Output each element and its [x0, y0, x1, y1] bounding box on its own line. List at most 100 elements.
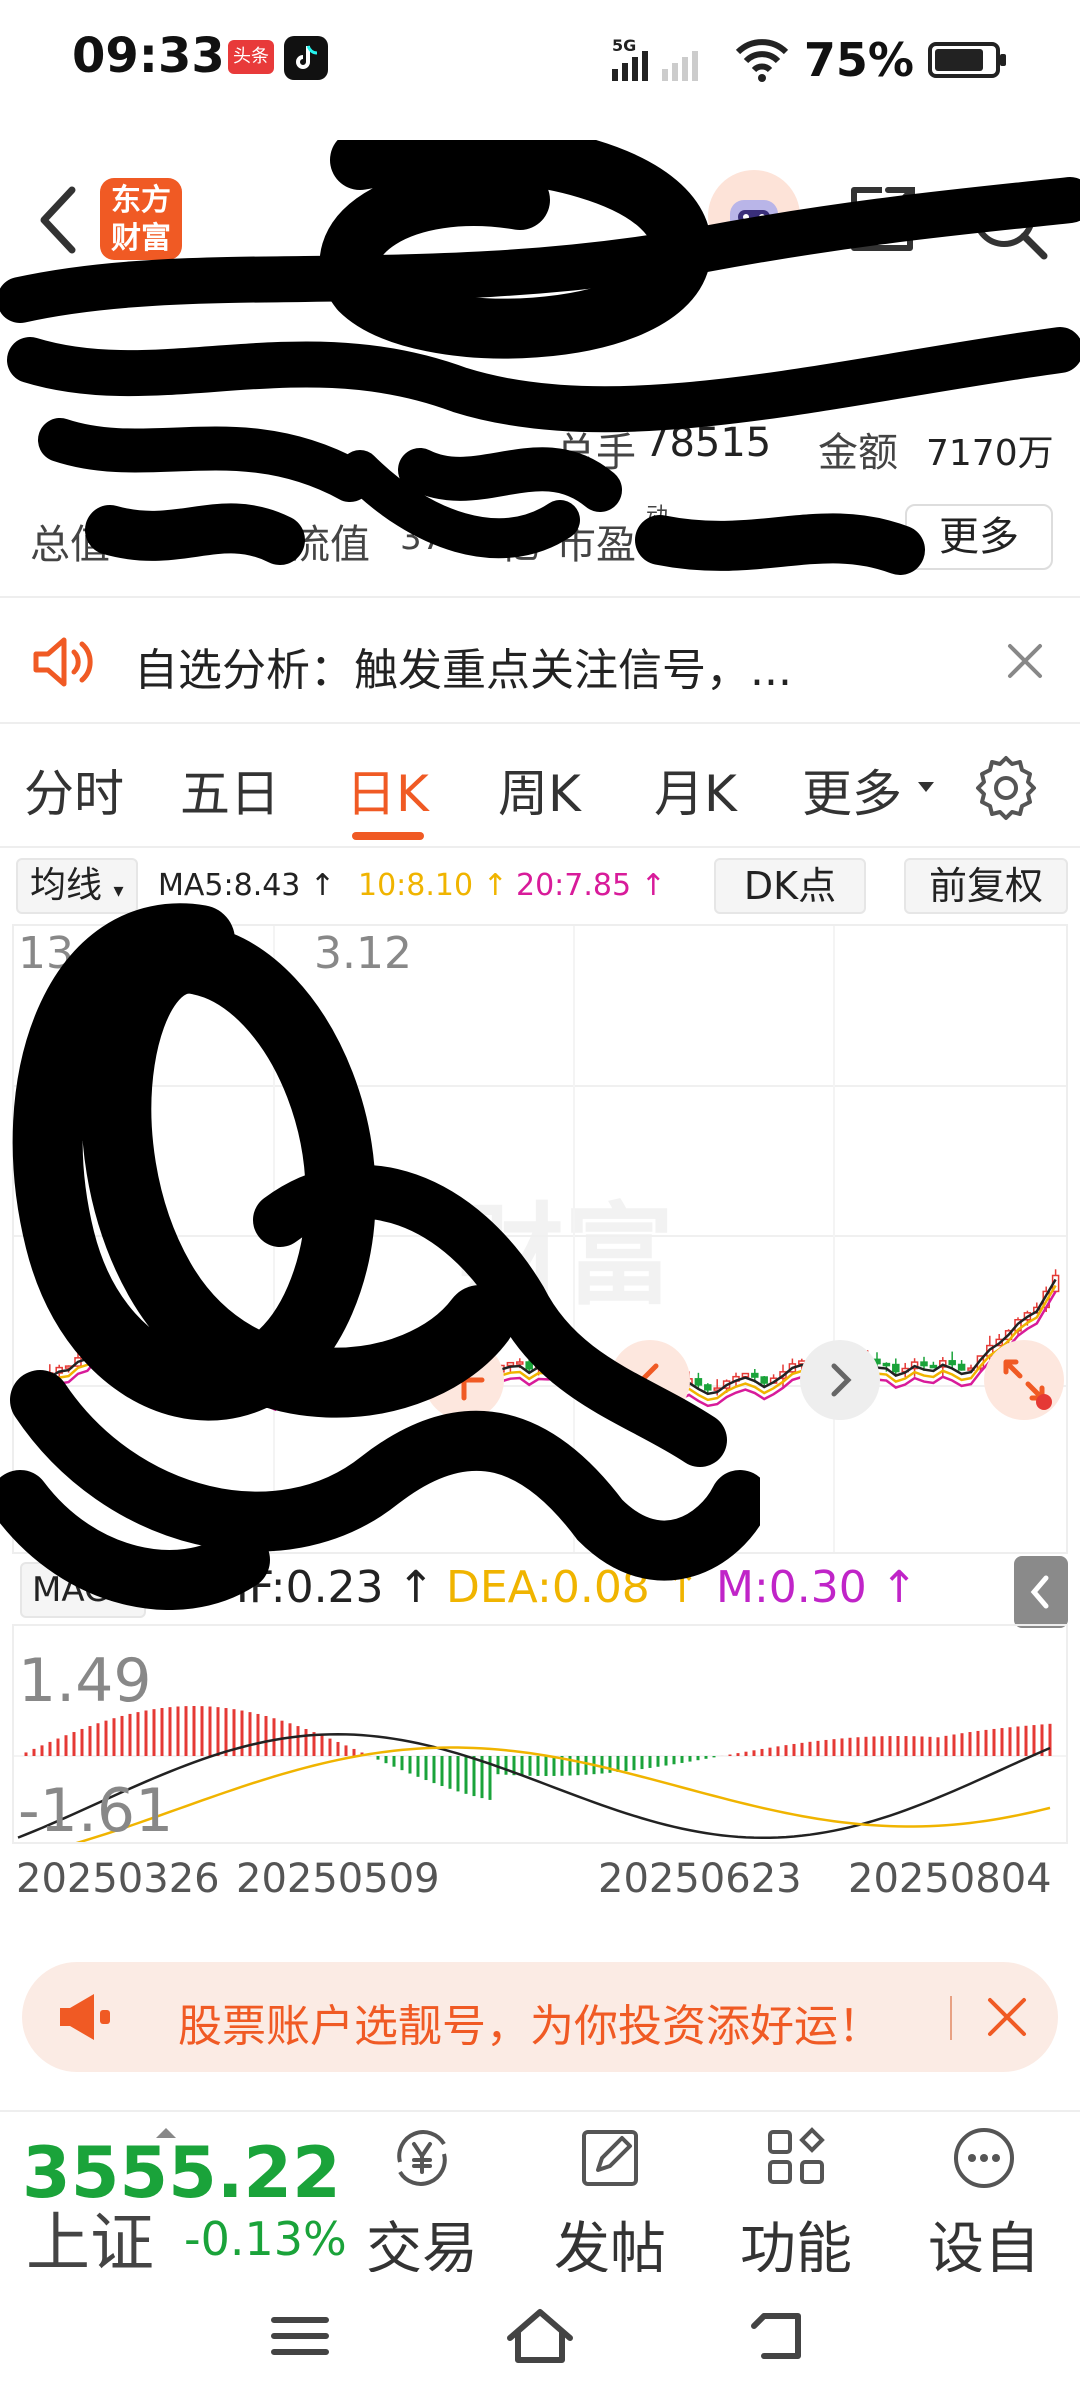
divider	[0, 596, 1080, 598]
menu-icon[interactable]	[260, 2304, 340, 2368]
app-header: 东方 财富	[0, 150, 1080, 290]
candle-body	[205, 1376, 214, 1383]
candle-body	[121, 1322, 129, 1327]
candle-body	[140, 1326, 148, 1335]
search-icon[interactable]	[966, 178, 1050, 262]
date-axis: 20250326 20250509 20250623 20250804	[0, 1856, 1080, 1916]
close-icon[interactable]	[982, 1992, 1032, 2042]
dif-value: DIF:0.23 ↑	[202, 1562, 435, 1613]
candle-body	[929, 1364, 938, 1369]
candle-body	[600, 1372, 609, 1377]
float-value-label: 流值	[290, 522, 370, 568]
status-indicators: 5G 75%	[610, 30, 1006, 90]
index-name[interactable]: 上证	[26, 2192, 154, 2284]
back-icon[interactable]	[740, 2304, 820, 2368]
active-tab-indicator	[352, 832, 424, 840]
candle-body	[591, 1372, 599, 1377]
close-icon[interactable]	[1000, 636, 1050, 686]
candle-body	[346, 1376, 355, 1385]
next-button[interactable]	[800, 1340, 880, 1420]
info-circle-icon[interactable]	[670, 518, 710, 558]
dropdown-caret-icon	[918, 782, 934, 792]
ma10-value: 10:8.10 ↑	[358, 868, 508, 903]
candle-body	[299, 1381, 308, 1387]
battery-icon	[928, 42, 1006, 78]
candle-body	[572, 1361, 580, 1368]
tab-monthly-k[interactable]: 月K	[654, 754, 737, 826]
fuquan-button[interactable]: 前复权	[904, 858, 1068, 914]
tab-five-day[interactable]: 五日	[180, 754, 280, 826]
status-bar: 09:33 头条 5G 75%	[0, 0, 1080, 120]
amount-value: 7170万	[926, 433, 1054, 474]
tab-more[interactable]: 更多	[802, 754, 902, 826]
share-icon[interactable]	[842, 178, 922, 258]
date-label: 20250623	[598, 1856, 802, 1902]
nav-trade[interactable]: 交易	[352, 2122, 492, 2282]
candle-body	[271, 1388, 280, 1395]
total-value-label: 总值	[30, 522, 110, 568]
ma-indicator-row: 均线 ▾ MA5:8.43 ↑ 10:8.10 ↑ 20:7.85 ↑ DK点 …	[0, 850, 1080, 922]
battery-percent: 75%	[803, 33, 914, 87]
float-value-unit: 亿	[500, 522, 540, 568]
megaphone-icon	[60, 1994, 110, 2040]
macd-chart[interactable]: 1.49 -1.61	[12, 1624, 1068, 1860]
analysis-text: 自选分析：触发重点关注信号，...	[134, 645, 792, 696]
amount-label: 金额	[818, 430, 898, 476]
dk-point-button[interactable]: DK点	[714, 858, 866, 914]
candle-body	[957, 1363, 966, 1371]
gear-icon[interactable]	[972, 754, 1040, 822]
float-value-partial: 37	[400, 518, 444, 558]
tab-daily-k[interactable]: 日K	[346, 754, 429, 826]
candle-body	[262, 1380, 270, 1391]
date-label: 20250804	[848, 1856, 1052, 1902]
candle-body	[337, 1376, 345, 1381]
candle-body	[149, 1333, 157, 1345]
total-volume-value: 78515	[644, 420, 772, 466]
nav-custom[interactable]: 设自	[914, 2122, 1054, 2282]
candle-body	[760, 1376, 768, 1384]
candle-body	[525, 1361, 533, 1370]
candle-body	[751, 1372, 759, 1378]
promo-divider	[950, 1996, 952, 2040]
macd-select[interactable]: MACD	[20, 1562, 146, 1618]
candle-body	[393, 1380, 402, 1388]
candle-body	[412, 1385, 421, 1390]
kline-svg	[14, 926, 1066, 1552]
candle-body	[694, 1378, 703, 1386]
more-button[interactable]: 更多	[905, 504, 1053, 570]
prev-button[interactable]	[610, 1340, 690, 1420]
nav-post[interactable]: 发帖	[540, 2122, 680, 2282]
chevron-right-icon	[831, 1363, 852, 1397]
candlestick-chart[interactable]: 财富 13.52 3.12	[12, 924, 1068, 1554]
candle-body	[506, 1361, 515, 1367]
robot-assistant-icon[interactable]	[708, 170, 800, 262]
candle-body	[215, 1380, 223, 1390]
tab-weekly-k[interactable]: 周K	[498, 754, 581, 826]
candle-body	[741, 1372, 750, 1378]
candle-body	[544, 1362, 552, 1366]
ma-select-label: 均线	[30, 865, 103, 906]
wifi-icon	[735, 39, 789, 82]
analysis-notice[interactable]: 自选分析：触发重点关注信号，...	[0, 600, 1080, 720]
toutiao-app-icon: 头条	[228, 40, 274, 74]
chevron-left-icon	[1030, 1575, 1049, 1609]
collapse-panel-button[interactable]	[1014, 1556, 1068, 1628]
promo-banner[interactable]: 股票账户选靓号，为你投资添好运！	[22, 1962, 1058, 2072]
tab-fenshi[interactable]: 分时	[24, 754, 124, 826]
system-navigation	[0, 2272, 1080, 2400]
total-volume-label: 总手	[556, 430, 636, 476]
home-icon[interactable]	[500, 2304, 580, 2368]
fullscreen-button[interactable]	[984, 1340, 1064, 1420]
back-arrow-icon[interactable]	[28, 180, 88, 260]
grid-apps-icon	[768, 2127, 825, 2184]
select-caret-icon: ▾	[113, 878, 124, 902]
period-tabs: 分时 五日 日K 周K 月K 更多	[0, 740, 1080, 840]
candle-body	[158, 1342, 167, 1347]
nav-functions[interactable]: 功能	[726, 2122, 866, 2282]
candle-body	[130, 1322, 139, 1328]
logo-line1: 东方	[111, 183, 171, 218]
add-drawing-button[interactable]	[424, 1340, 504, 1420]
ma-select[interactable]: 均线 ▾	[16, 858, 138, 914]
candle-body	[553, 1362, 562, 1366]
ma5-value: MA5:8.43 ↑	[158, 868, 336, 903]
